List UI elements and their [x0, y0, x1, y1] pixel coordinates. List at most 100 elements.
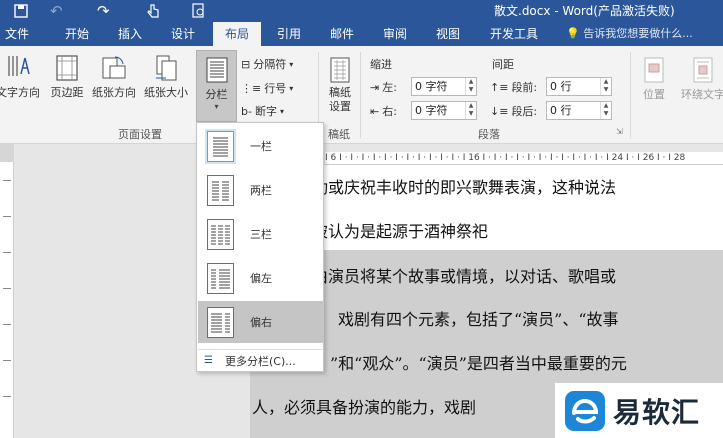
line-numbers-icon: ⋮≡ [241, 81, 262, 95]
watermark-logo-icon [565, 390, 605, 431]
save-icon[interactable] [14, 0, 28, 22]
menu-item-three-columns[interactable]: 三栏 [198, 213, 323, 255]
columns-dropdown-menu: 一栏 两栏 三栏 偏左 偏右 ☰ 更多分栏(C)... [196, 122, 324, 372]
spin-arrows-icon[interactable]: ▲ ▼ [600, 102, 611, 119]
left-column-icon [207, 262, 234, 294]
tab-mailings[interactable]: 邮件 [323, 22, 361, 46]
indent-right-input[interactable]: 0 字符 ▲ ▼ [411, 101, 477, 120]
draft-paper-button[interactable]: 稿纸设置 [324, 56, 356, 114]
right-column-icon [207, 306, 234, 338]
doc-line-3: 由演员将某个故事或情境，以对话、歌唱或 [312, 267, 617, 286]
group-separator [630, 52, 631, 138]
position-label: 位置 [643, 88, 665, 101]
menu-item-label: 一栏 [250, 140, 272, 153]
doc-line-6: 人，必须具备扮演的能力，戏剧 [252, 398, 477, 417]
ribbon-layout: 文字方向 页边距 纸张方向 纸张大小 分栏 ▾ ⊟ 分隔符 ▾ ⋮≡ 行号 ▾ b‑ 断字… [0, 46, 723, 144]
group-separator [360, 52, 361, 138]
tab-review[interactable]: 审阅 [376, 22, 414, 46]
ribbon-tabs: 文件 开始 插入 设计 布局 引用 邮件 审阅 视图 开发工具 💡 告诉我您想要… [0, 22, 723, 46]
size-button[interactable]: 纸张大小 [141, 54, 191, 100]
size-label: 纸张大小 [144, 86, 188, 99]
watermark: 易软汇 [555, 383, 723, 438]
print-preview-icon[interactable] [192, 0, 206, 22]
line-numbers-button[interactable]: ⋮≡ 行号 ▾ [241, 80, 293, 96]
tell-me-placeholder: 告诉我您想要做什么... [583, 27, 693, 40]
position-icon [644, 57, 664, 83]
breaks-icon: ⊟ [241, 57, 251, 71]
more-columns-button[interactable]: ☰ 更多分栏(C)... [198, 349, 323, 371]
watermark-text: 易软汇 [613, 395, 701, 429]
tab-design[interactable]: 设计 [164, 22, 202, 46]
columns-icon [206, 57, 227, 83]
horizontal-ruler[interactable]: I 6 I · I · I · I · I · I · I · I · I · … [325, 152, 723, 165]
tell-me-box[interactable]: 💡 告诉我您想要做什么... [566, 22, 693, 46]
wrap-text-button[interactable]: 环绕文字 [675, 56, 723, 102]
doc-line-4: 戏剧有四个元素，包括了“演员”、“故事 [338, 310, 619, 329]
hyphenation-label: 断字 [254, 105, 277, 118]
vertical-ruler[interactable] [0, 144, 14, 438]
hyphenation-icon: b‑ [241, 104, 252, 118]
indent-left-input[interactable]: 0 字符 ▲ ▼ [411, 77, 477, 96]
position-button[interactable]: 位置 [636, 56, 672, 102]
menu-item-label: 两栏 [250, 184, 272, 197]
margins-icon [56, 55, 78, 81]
paragraph-launcher-icon[interactable]: ⇲ [616, 127, 623, 136]
indent-right-icon: ⇤ [370, 104, 380, 118]
more-columns-icon: ☰ [204, 355, 213, 366]
hyphenation-button[interactable]: b‑ 断字 ▾ [241, 103, 284, 119]
paper-size-icon [156, 55, 177, 81]
spin-arrows-icon[interactable]: ▲ ▼ [465, 78, 476, 95]
menu-item-left[interactable]: 偏左 [198, 257, 323, 299]
indent-right-label: ⇤ 右: [370, 104, 397, 119]
text-direction-icon [8, 56, 30, 76]
one-column-icon [207, 130, 234, 162]
tab-insert[interactable]: 插入 [111, 22, 149, 46]
menu-item-two-columns[interactable]: 两栏 [198, 169, 323, 211]
doc-line-5: ”和“观众”。“演员”是四者当中最重要的元 [330, 354, 627, 373]
lightbulb-icon: 💡 [566, 27, 580, 40]
draft-paper-icon [330, 57, 350, 83]
spacing-before-icon: ↑≡ [490, 80, 509, 94]
draft-group-label: 稿纸 [328, 128, 350, 141]
spacing-before-input[interactable]: 0 行 ▲ ▼ [546, 77, 612, 96]
tab-home[interactable]: 开始 [58, 22, 96, 46]
paragraph-group-label: 段落 [478, 128, 500, 141]
columns-label: 分栏 [205, 88, 228, 101]
indent-heading: 缩进 [370, 58, 392, 71]
tab-references[interactable]: 引用 [270, 22, 308, 46]
tab-view[interactable]: 视图 [429, 22, 467, 46]
spacing-after-input[interactable]: 0 行 ▲ ▼ [546, 101, 612, 120]
line-numbers-label: 行号 [264, 82, 287, 95]
margins-button[interactable]: 页边距 [47, 54, 87, 100]
orientation-icon [102, 56, 126, 79]
spacing-heading: 间距 [492, 58, 514, 71]
margins-label: 页边距 [50, 86, 84, 99]
text-direction-label: 文字方向 [0, 86, 40, 99]
undo-icon[interactable]: ↶ [50, 0, 63, 22]
wrap-text-label: 环绕文字 [681, 88, 723, 101]
spin-arrows-icon[interactable]: ▲ ▼ [600, 78, 611, 95]
touch-mode-icon[interactable] [146, 0, 160, 22]
spacing-after-label: ↓≡ 段后: [490, 104, 538, 119]
menu-item-right[interactable]: 偏右 [198, 301, 323, 343]
menu-item-label: 偏右 [250, 316, 272, 329]
spacing-after-icon: ↓≡ [490, 104, 509, 118]
orientation-button[interactable]: 纸张方向 [90, 54, 138, 100]
tab-layout[interactable]: 布局 [213, 22, 261, 46]
indent-left-label: ⇥ 左: [370, 80, 397, 95]
tab-file[interactable]: 文件 [0, 22, 34, 46]
text-direction-button[interactable]: 文字方向 [0, 54, 42, 100]
three-columns-icon [207, 218, 234, 250]
columns-button[interactable]: 分栏 ▾ [197, 56, 236, 111]
spin-arrows-icon[interactable]: ▲ ▼ [465, 102, 476, 119]
menu-item-label: 三栏 [250, 228, 272, 241]
doc-line-1: 动或庆祝丰收时的即兴歌舞表演，这种说法 [312, 178, 617, 197]
doc-line-2: 被认为是起源于酒神祭祀 [312, 222, 489, 241]
tab-developer[interactable]: 开发工具 [482, 22, 546, 46]
breaks-label: 分隔符 [253, 58, 287, 71]
redo-icon[interactable]: ↷ [97, 0, 110, 22]
menu-item-one-column[interactable]: 一栏 [198, 125, 323, 167]
more-columns-label: 更多分栏(C)... [224, 354, 296, 368]
breaks-button[interactable]: ⊟ 分隔符 ▾ [241, 56, 293, 72]
title-bar: ↶ ↷ 散文.docx - Word(产品激活失败) [0, 0, 723, 22]
